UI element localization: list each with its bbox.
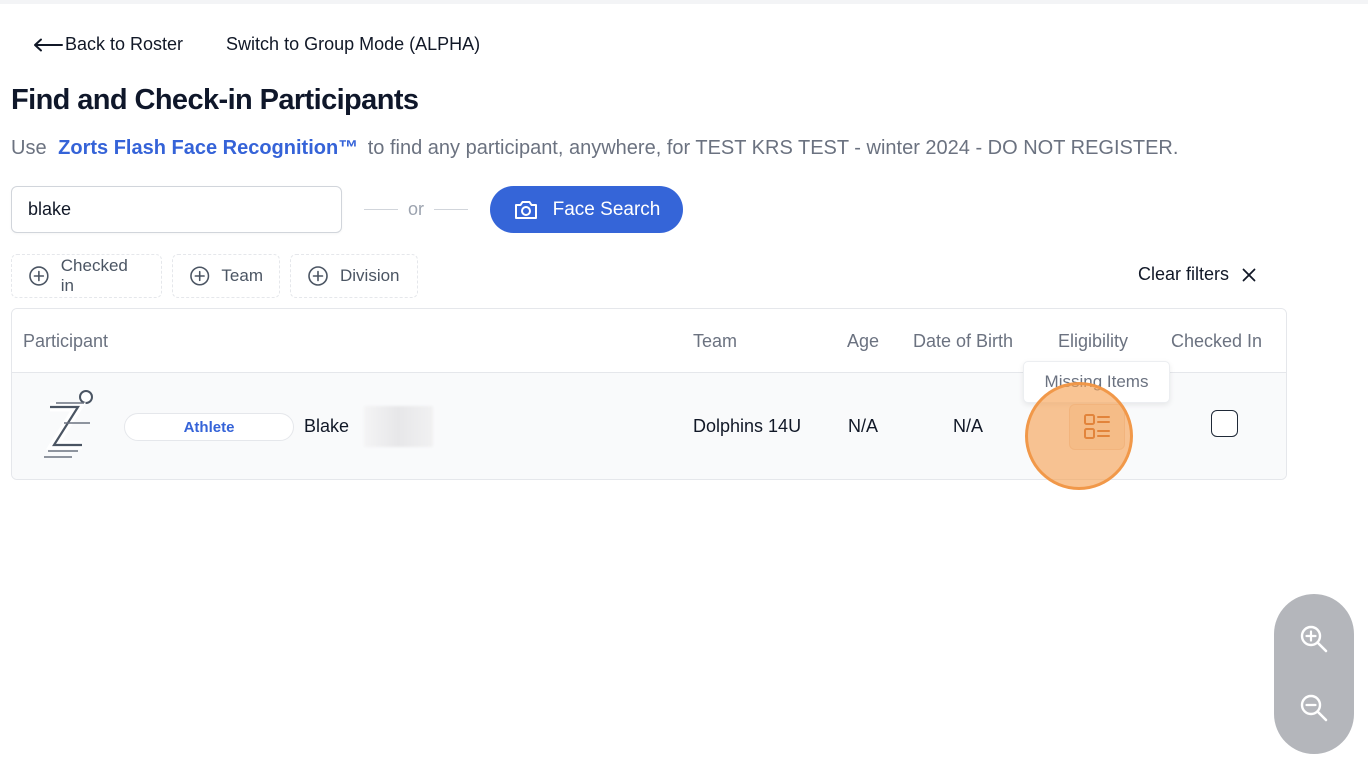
column-header-checked-in: Checked In	[1171, 331, 1263, 351]
filter-checked-in[interactable]: Checked in	[11, 254, 162, 298]
redacted-last-name	[364, 406, 433, 447]
or-separator: or	[364, 199, 469, 220]
brand-link[interactable]: Zorts Flash Face Recognition™	[58, 137, 358, 159]
top-border	[0, 0, 1368, 4]
zoom-controls	[1274, 594, 1354, 754]
participant-avatar	[44, 390, 93, 458]
column-header-eligibility: Eligibility	[1058, 331, 1129, 351]
switch-group-mode-link[interactable]: Switch to Group Mode (ALPHA)	[226, 34, 480, 55]
team-cell: Dolphins 14U	[693, 416, 802, 436]
page-title: Find and Check-in Participants	[11, 84, 419, 116]
zoom-in-icon	[1300, 625, 1328, 653]
plus-circle-icon	[190, 266, 210, 286]
role-badge: Athlete	[124, 413, 294, 441]
participant-name: Blake	[304, 416, 350, 436]
subtitle-pre: Use	[11, 137, 47, 159]
back-to-roster-link[interactable]: Back to Roster	[33, 34, 183, 55]
list-details-icon	[1084, 414, 1110, 439]
column-header-age: Age	[847, 331, 880, 351]
close-icon	[1242, 268, 1256, 281]
column-header-participant: Participant	[23, 331, 109, 351]
dob-cell: N/A	[953, 416, 984, 436]
subtitle-post: to find any participant, anywhere, for T…	[367, 137, 1179, 159]
clear-filters-button[interactable]: Clear filters	[1138, 264, 1257, 285]
zoom-in-button[interactable]	[1296, 621, 1332, 657]
face-search-label: Face Search	[552, 198, 661, 220]
camera-icon	[514, 200, 537, 219]
face-search-button[interactable]: Face Search	[490, 186, 683, 233]
clear-filters-label: Clear filters	[1138, 264, 1230, 284]
plus-circle-icon	[308, 266, 328, 286]
filter-division[interactable]: Division	[290, 254, 418, 298]
eligibility-tooltip: Missing Items	[1023, 361, 1170, 403]
age-cell: N/A	[848, 416, 879, 436]
top-nav: Back to Roster Switch to Group Mode (ALP…	[33, 34, 480, 55]
zoom-out-icon	[1300, 694, 1328, 722]
checked-in-checkbox[interactable]	[1211, 410, 1238, 437]
or-label: or	[408, 199, 425, 219]
column-header-team: Team	[693, 331, 738, 351]
filter-team[interactable]: Team	[172, 254, 280, 298]
separator-line-right	[434, 209, 469, 210]
page-subtitle: Use Zorts Flash Face Recognition™ to fin…	[11, 137, 1178, 160]
zoom-out-button[interactable]	[1296, 690, 1332, 726]
search-input[interactable]	[11, 186, 342, 233]
column-header-date-of-birth: Date of Birth	[913, 331, 1014, 351]
filter-label: Checked in	[60, 256, 128, 295]
filter-label: Team	[221, 266, 263, 285]
arrow-left-icon	[34, 38, 63, 51]
eligibility-button[interactable]	[1069, 404, 1125, 450]
filter-label: Division	[340, 266, 400, 285]
separator-line-left	[364, 209, 398, 210]
plus-circle-icon	[29, 266, 49, 286]
back-to-roster-label: Back to Roster	[65, 34, 184, 54]
